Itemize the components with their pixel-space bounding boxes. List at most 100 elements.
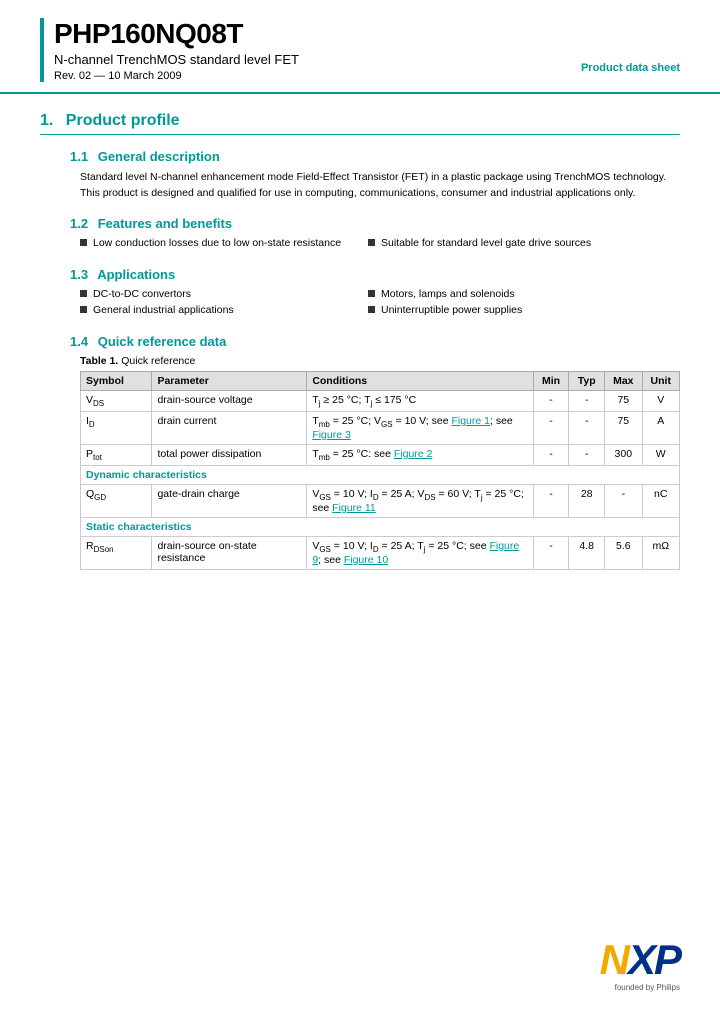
cell-param-vds: drain-source voltage xyxy=(152,390,307,411)
cell-min-vds: - xyxy=(533,390,569,411)
product-data-sheet-label: Product data sheet xyxy=(581,62,680,74)
th-symbol: Symbol xyxy=(81,371,152,390)
subsection-1-4: 1.4 Quick reference data Table 1. Quick … xyxy=(70,334,680,570)
subsection-1-1-number: 1.1 xyxy=(70,149,88,164)
cell-typ-qgd: 28 xyxy=(569,484,605,517)
cell-cond-ptot: Tmb = 25 °C: see Figure 2 xyxy=(307,444,533,465)
dynamic-label: Dynamic characteristics xyxy=(81,465,680,484)
table-subheader-static: Static characteristics xyxy=(81,517,680,536)
subsection-1-1-heading: 1.1 General description xyxy=(70,149,680,164)
cell-unit-ptot: W xyxy=(642,444,679,465)
cell-cond-id: Tmb = 25 °C; VGS = 10 V; see Figure 1; s… xyxy=(307,411,533,444)
link-fig3[interactable]: Figure 3 xyxy=(312,429,351,441)
subsection-1-3: 1.3 Applications DC-to-DC convertors Gen… xyxy=(70,267,680,320)
product-rev: Rev. 02 — 10 March 2009 xyxy=(54,70,299,82)
title-block: PHP160NQ08T N-channel TrenchMOS standard… xyxy=(54,18,299,82)
cell-typ-ptot: - xyxy=(569,444,605,465)
subsection-1-2-heading: 1.2 Features and benefits xyxy=(70,216,680,231)
table-row-rdson: RDSon drain-source on-state resistance V… xyxy=(81,536,680,569)
cell-cond-vds: Tj ≥ 25 °C; Tj ≤ 175 °C xyxy=(307,390,533,411)
subsection-1-1-title: General description xyxy=(98,149,220,164)
feature-text-2: Suitable for standard level gate drive s… xyxy=(381,237,591,249)
section1-title: Product profile xyxy=(66,112,180,129)
cell-unit-id: A xyxy=(642,411,679,444)
app-item-2: General industrial applications xyxy=(80,304,368,316)
subsection-1-2: 1.2 Features and benefits Low conduction… xyxy=(70,216,680,253)
section1-heading: 1. Product profile xyxy=(40,112,680,135)
table-caption-text: Quick reference xyxy=(121,355,195,367)
subsection-1-1: 1.1 General description Standard level N… xyxy=(70,149,680,202)
page-header: PHP160NQ08T N-channel TrenchMOS standard… xyxy=(0,0,720,94)
logo-xp: XP xyxy=(628,939,680,981)
app-item-4: Uninterruptible power supplies xyxy=(368,304,656,316)
cell-typ-id: - xyxy=(569,411,605,444)
table-subheader-dynamic: Dynamic characteristics xyxy=(81,465,680,484)
cell-max-id: 75 xyxy=(605,411,642,444)
footer-logo: N XP founded by Philips xyxy=(600,939,680,992)
cell-typ-vds: - xyxy=(569,390,605,411)
feature-item-1: Low conduction losses due to low on-stat… xyxy=(80,237,368,249)
cell-symbol-id: ID xyxy=(81,411,152,444)
general-description-text: Standard level N-channel enhancement mod… xyxy=(80,170,680,202)
cell-max-rdson: 5.6 xyxy=(605,536,642,569)
table-row-ptot: Ptot total power dissipation Tmb = 25 °C… xyxy=(81,444,680,465)
table-caption-label: Table 1. xyxy=(80,355,118,367)
th-parameter: Parameter xyxy=(152,371,307,390)
subsection-1-3-title: Applications xyxy=(97,267,175,282)
cell-symbol-qgd: QGD xyxy=(81,484,152,517)
app-text-1: DC-to-DC convertors xyxy=(93,288,191,300)
table-row-vds: VDS drain-source voltage Tj ≥ 25 °C; Tj … xyxy=(81,390,680,411)
cell-max-ptot: 300 xyxy=(605,444,642,465)
cell-unit-rdson: mΩ xyxy=(642,536,679,569)
cell-max-qgd: - xyxy=(605,484,642,517)
cell-cond-qgd: VGS = 10 V; ID = 25 A; VDS = 60 V; Tj = … xyxy=(307,484,533,517)
subsection-1-3-number: 1.3 xyxy=(70,267,88,282)
cell-typ-rdson: 4.8 xyxy=(569,536,605,569)
cell-max-vds: 75 xyxy=(605,390,642,411)
subsection-1-4-number: 1.4 xyxy=(70,334,88,349)
cell-symbol-rdson: RDSon xyxy=(81,536,152,569)
cell-param-id: drain current xyxy=(152,411,307,444)
th-min: Min xyxy=(533,371,569,390)
th-typ: Typ xyxy=(569,371,605,390)
cell-cond-rdson: VGS = 10 V; ID = 25 A; Tj = 25 °C; see F… xyxy=(307,536,533,569)
link-fig2[interactable]: Figure 2 xyxy=(394,448,433,460)
cell-symbol-vds: VDS xyxy=(81,390,152,411)
features-left: Low conduction losses due to low on-stat… xyxy=(80,237,368,253)
app-text-4: Uninterruptible power supplies xyxy=(381,304,522,316)
app-bullet-2 xyxy=(80,306,87,313)
nxp-logo: N XP xyxy=(600,939,680,981)
link-fig1[interactable]: Figure 1 xyxy=(451,415,490,427)
app-bullet-1 xyxy=(80,290,87,297)
table-row-qgd: QGD gate-drain charge VGS = 10 V; ID = 2… xyxy=(81,484,680,517)
cell-param-qgd: gate-drain charge xyxy=(152,484,307,517)
quick-reference-table: Symbol Parameter Conditions Min Typ Max … xyxy=(80,371,680,570)
link-fig11[interactable]: Figure 11 xyxy=(332,502,376,514)
subsection-1-4-title: Quick reference data xyxy=(98,334,227,349)
cell-param-rdson: drain-source on-state resistance xyxy=(152,536,307,569)
cell-unit-qgd: nC xyxy=(642,484,679,517)
cell-param-ptot: total power dissipation xyxy=(152,444,307,465)
cell-min-ptot: - xyxy=(533,444,569,465)
subsection-1-3-heading: 1.3 Applications xyxy=(70,267,680,282)
app-item-3: Motors, lamps and solenoids xyxy=(368,288,656,300)
table-header-row: Symbol Parameter Conditions Min Typ Max … xyxy=(81,371,680,390)
product-subtitle: N-channel TrenchMOS standard level FET xyxy=(54,52,299,67)
th-conditions: Conditions xyxy=(307,371,533,390)
link-fig10[interactable]: Figure 10 xyxy=(344,554,388,566)
cell-unit-vds: V xyxy=(642,390,679,411)
app-text-3: Motors, lamps and solenoids xyxy=(381,288,515,300)
apps-right: Motors, lamps and solenoids Uninterrupti… xyxy=(368,288,656,320)
bullet-icon-2 xyxy=(368,239,375,246)
feature-text-1: Low conduction losses due to low on-stat… xyxy=(93,237,341,249)
product-title: PHP160NQ08T xyxy=(54,18,299,50)
cell-min-qgd: - xyxy=(533,484,569,517)
header-right: Product data sheet xyxy=(581,18,680,74)
main-content: 1. Product profile 1.1 General descripti… xyxy=(0,94,720,604)
subsection-1-4-heading: 1.4 Quick reference data xyxy=(70,334,680,349)
header-left: PHP160NQ08T N-channel TrenchMOS standard… xyxy=(40,18,299,82)
section1-number: 1. xyxy=(40,112,53,129)
th-max: Max xyxy=(605,371,642,390)
cell-symbol-ptot: Ptot xyxy=(81,444,152,465)
founded-text: founded by Philips xyxy=(615,983,680,992)
